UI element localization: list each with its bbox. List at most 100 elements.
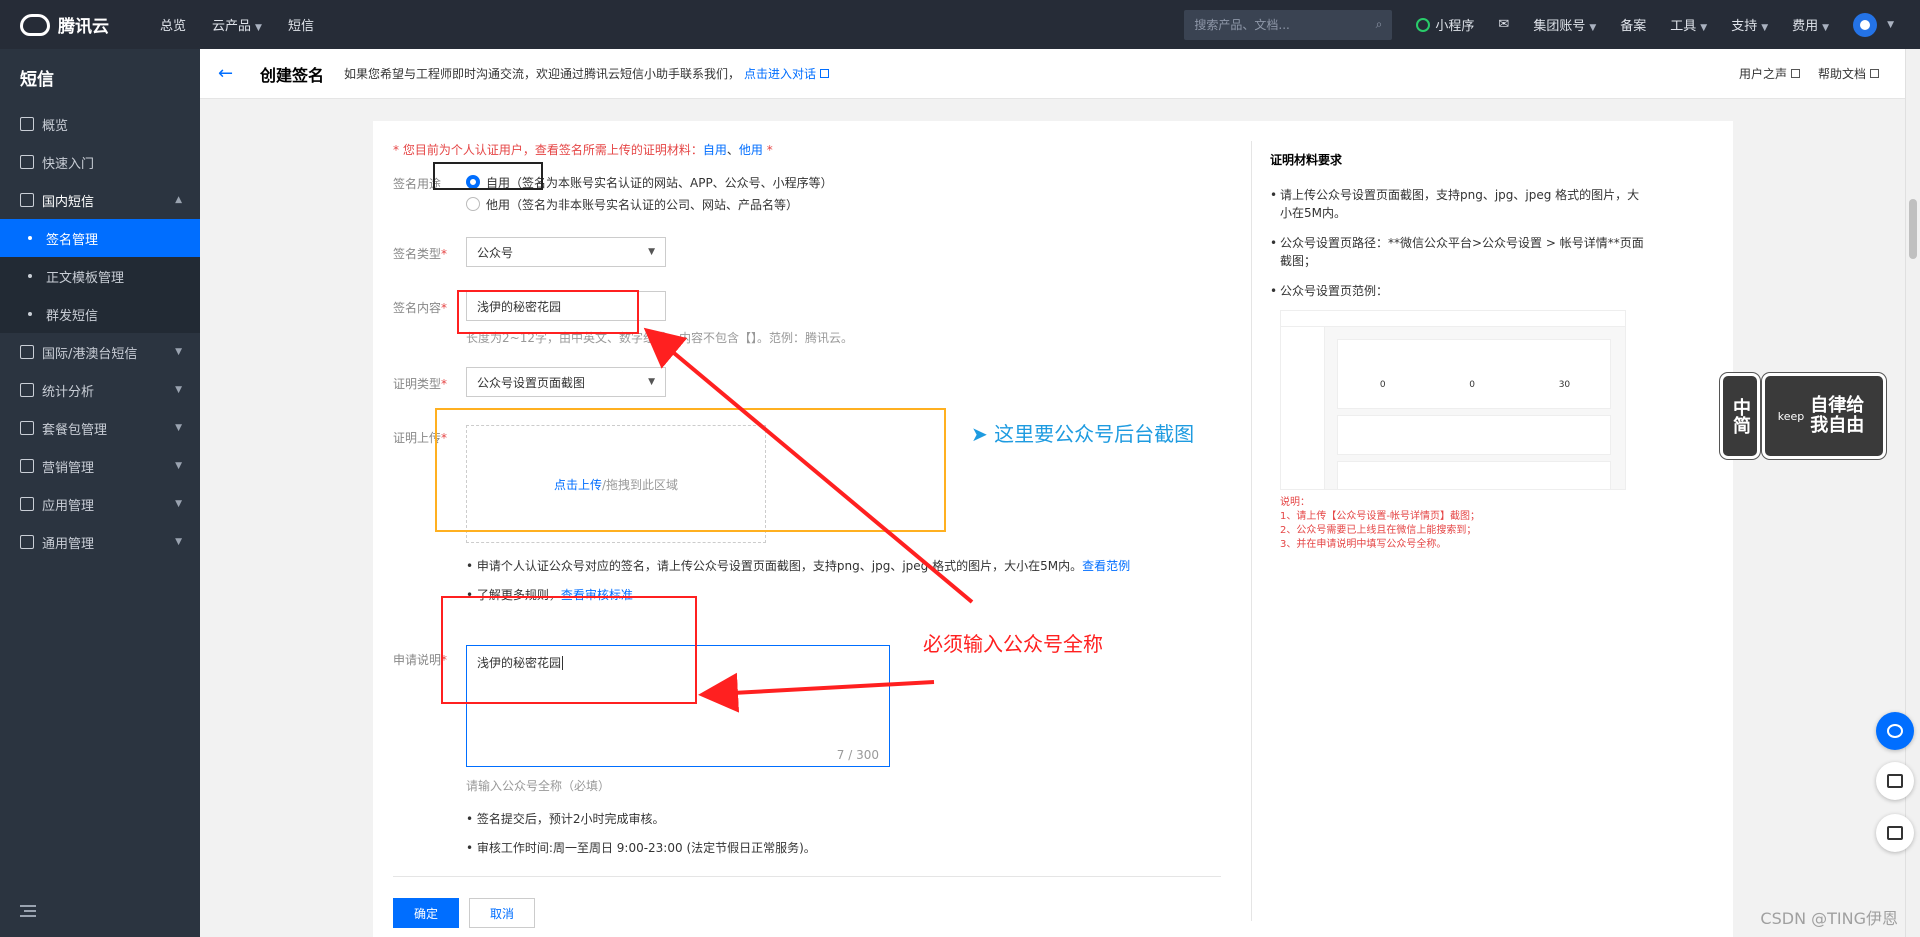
proof-type-select[interactable]: 公众号设置页面截图 ▼ [466, 367, 666, 397]
content-label: 签名内容* [393, 301, 448, 315]
example-note: 说明： 1、请上传【公众号设置-帐号详情页】截图； 2、公众号需要已上线且在微信… [1280, 497, 1480, 550]
nav-overview[interactable]: 总览 [160, 15, 186, 34]
proof-type-label: 证明类型* [393, 377, 448, 391]
avatar-icon [1853, 12, 1878, 37]
external-link-icon [1870, 69, 1879, 78]
chevron-down-icon: ▼ [175, 347, 182, 357]
page-scrollbar[interactable] [1905, 49, 1920, 937]
confirm-button[interactable]: 确定 [393, 898, 459, 928]
sidebar-title: 短信 [20, 69, 54, 90]
watermark: CSDN @TING伊恩 [1760, 909, 1898, 928]
chevron-down-icon: ▼ [175, 461, 182, 471]
user-menu[interactable]: ▼ [1853, 12, 1894, 37]
grid-icon [20, 117, 34, 131]
external-link-icon [1790, 69, 1800, 78]
page-header: ← 创建签名 如果您希望与工程师即时沟通交流，欢迎通过腾讯云短信小助手联系我们，… [200, 49, 1905, 99]
requirement-line: 公众号设置页路径：**微信公众平台>公众号设置 > 帐号详情**页面截图； [1270, 234, 1650, 270]
mini-program-icon [1416, 17, 1431, 32]
char-count: 7 / 300 [836, 748, 879, 762]
desc-hint: 请输入公众号全称（必填） [466, 779, 611, 793]
proof-requirements-panel: 证明材料要求 请上传公众号设置页面截图，支持png、jpg、jpeg 格式的图片… [1251, 141, 1711, 921]
layers-icon [20, 497, 34, 511]
customer-service-button[interactable] [1876, 712, 1914, 750]
sidebar-item-statistics[interactable]: 统计分析 ▼ [0, 371, 200, 409]
pie-chart-icon [20, 383, 34, 397]
chevron-up-icon: ▲ [175, 195, 182, 205]
example-screenshot: 0 0 30 [1280, 310, 1626, 490]
sidebar-item-bulk-sms[interactable]: 群发短信 [0, 295, 200, 333]
menu-float-button[interactable] [1876, 814, 1914, 852]
mini-program-link[interactable]: 小程序 [1416, 15, 1474, 34]
radio-other-use[interactable]: 他用（签名为非本账号实名认证的公司、网站、产品名等） [466, 193, 833, 215]
brand-logo[interactable]: 腾讯云 [20, 12, 140, 37]
annotation-orange-box-upload [435, 408, 946, 532]
scrollbar-thumb[interactable] [1909, 199, 1917, 259]
menu-group-account[interactable]: 集团账号 ▼ [1533, 15, 1596, 34]
settings-icon [20, 535, 34, 549]
form-divider [393, 876, 1221, 877]
search-icon: ⌕ [1375, 17, 1383, 31]
sidebar: 短信 概览 快速入门 国内短信 ▲ 签名管理 正文模板管理 群发短信 国际/港澳台… [0, 49, 200, 937]
chevron-down-icon: ▼ [255, 23, 262, 33]
user-voice-link[interactable]: 用户之声 [1739, 65, 1800, 82]
chevron-down-icon: ▼ [648, 377, 655, 387]
requirement-line: 请上传公众号设置页面截图，支持png、jpg、jpeg 格式的图片，大小在5M内… [1270, 186, 1650, 222]
sidebar-item-applications[interactable]: 应用管理 ▼ [0, 485, 200, 523]
package-icon [20, 421, 34, 435]
mail-icon[interactable]: ✉ [1498, 17, 1509, 32]
menu-billing[interactable]: 费用 ▼ [1792, 15, 1829, 34]
sidebar-item-general[interactable]: 通用管理 ▼ [0, 523, 200, 561]
sidebar-item-quickstart[interactable]: 快速入门 [0, 143, 200, 181]
annotation-red-box-content [457, 290, 639, 334]
sticker-right: keep 自律给我自由 [1762, 373, 1886, 459]
sidebar-item-template-management[interactable]: 正文模板管理 [0, 257, 200, 295]
annotation-red-box-desc [441, 596, 697, 704]
docs-button[interactable] [1876, 762, 1914, 800]
book-open-icon [1887, 774, 1903, 788]
requirements-title: 证明材料要求 [1270, 153, 1343, 167]
annotation-upload-note: ➤ 这里要公众号后台截图 [971, 422, 1195, 446]
nav-sms[interactable]: 短信 [288, 15, 314, 34]
collapse-sidebar-icon[interactable] [20, 905, 36, 917]
sidebar-item-packages[interactable]: 套餐包管理 ▼ [0, 409, 200, 447]
menu-support[interactable]: 支持 ▼ [1731, 15, 1768, 34]
back-arrow-icon[interactable]: ← [218, 63, 238, 84]
radio-unchecked-icon [466, 197, 480, 211]
sticker-left: 中简 [1720, 373, 1760, 459]
header-tip: 如果您希望与工程师即时沟通交流，欢迎通过腾讯云短信小助手联系我们， 点击进入对话 [344, 65, 830, 82]
review-notes: 签名提交后，预计2小时完成审核。 审核工作时间:周一至周日 9:00-23:00… [466, 810, 1066, 856]
cancel-button[interactable]: 取消 [469, 898, 535, 928]
signature-type-select[interactable]: 公众号 ▼ [466, 237, 666, 267]
menu-beian[interactable]: 备案 [1620, 15, 1646, 34]
sidebar-item-domestic-sms[interactable]: 国内短信 ▲ [0, 181, 200, 219]
sidebar-item-overview[interactable]: 概览 [0, 105, 200, 143]
chat-link[interactable]: 点击进入对话 [744, 67, 816, 81]
brand-name: 腾讯云 [58, 17, 109, 37]
cloud-logo-icon [20, 13, 50, 36]
annotation-black-box [433, 162, 543, 190]
chevron-down-icon: ▼ [175, 385, 182, 395]
view-example-link[interactable]: 查看范例 [1082, 559, 1130, 573]
headset-icon [1887, 724, 1903, 738]
list-icon [1887, 826, 1903, 840]
type-label: 签名类型* [393, 247, 448, 261]
self-use-link[interactable]: 自用 [703, 143, 727, 157]
sidebar-item-signature-management[interactable]: 签名管理 [0, 219, 200, 257]
sidebar-item-marketing[interactable]: 营销管理 ▼ [0, 447, 200, 485]
external-link-icon [820, 69, 830, 78]
chevron-down-icon: ▼ [648, 247, 655, 257]
top-navbar: 腾讯云 总览 云产品 ▼ 短信 搜索产品、文档... ⌕ 小程序 ✉ 集团账号 ▼ … [0, 0, 1920, 49]
requirement-line: 公众号设置页范例： [1270, 282, 1650, 300]
auth-notice: * 您目前为个人认证用户，查看签名所需上传的证明材料：自用、他用 * [393, 143, 773, 157]
book-icon [20, 155, 34, 169]
globe-icon [20, 345, 34, 359]
help-docs-link[interactable]: 帮助文档 [1818, 65, 1879, 82]
sidebar-item-international-sms[interactable]: 国际/港澳台短信 ▼ [0, 333, 200, 371]
nav-products[interactable]: 云产品 ▼ [212, 15, 262, 34]
search-input[interactable]: 搜索产品、文档... ⌕ [1184, 9, 1393, 40]
other-use-link[interactable]: 他用 [739, 143, 763, 157]
page-title: 创建签名 [260, 65, 325, 85]
menu-tools[interactable]: 工具 ▼ [1670, 15, 1707, 34]
user-icon [20, 459, 34, 473]
chevron-down-icon: ▼ [175, 499, 182, 509]
